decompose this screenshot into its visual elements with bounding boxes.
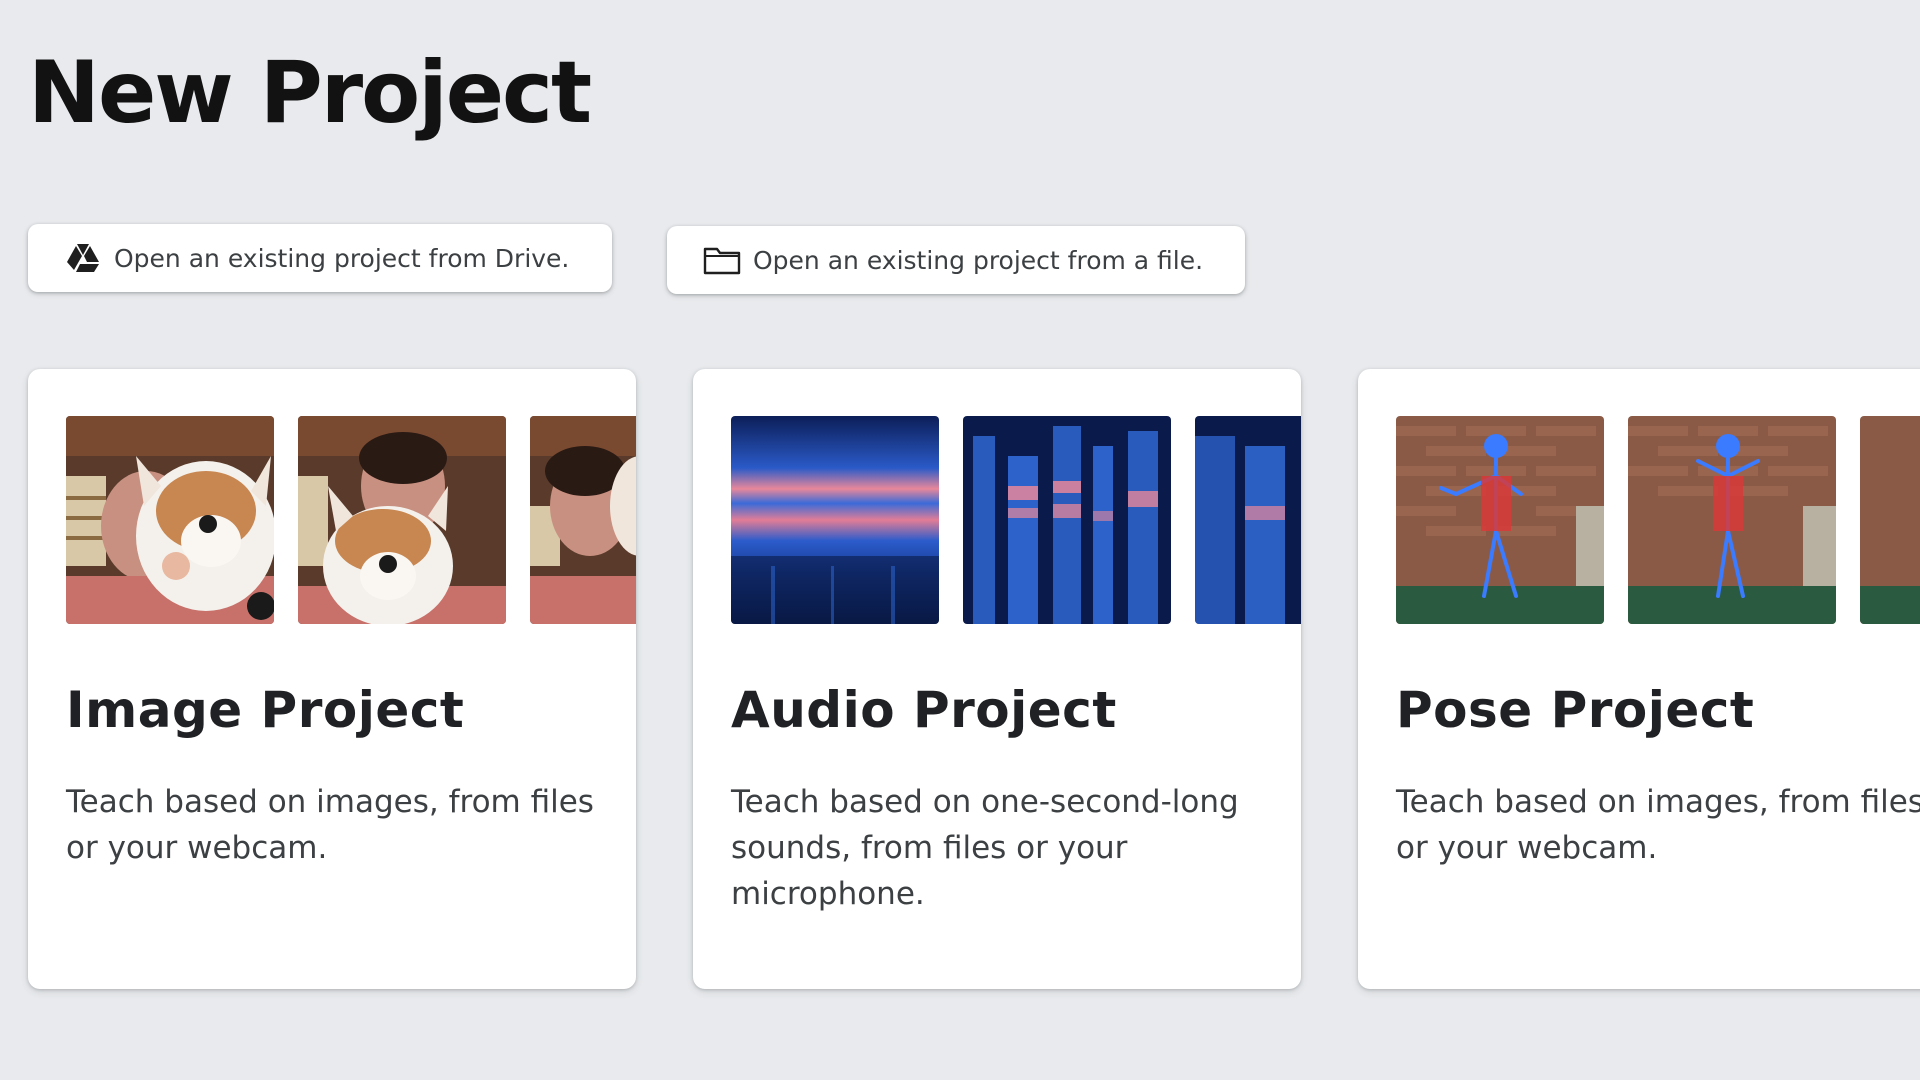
spectrogram bbox=[963, 416, 1171, 624]
google-drive-icon bbox=[64, 239, 102, 277]
audio-project-description: Teach based on one-second-long sounds, f… bbox=[731, 784, 1239, 912]
plush-corgi-photo bbox=[298, 416, 506, 624]
plush-corgi-photo bbox=[530, 416, 636, 624]
pose-skeleton-photo bbox=[1860, 416, 1920, 624]
plush-corgi-photo bbox=[66, 416, 274, 624]
audio-project-card[interactable]: Audio Project Teach based on one-second-… bbox=[693, 369, 1301, 989]
image-project-card[interactable]: Image Project Teach based on images, fro… bbox=[28, 369, 636, 989]
audio-project-thumbnails bbox=[731, 416, 1301, 624]
image-project-thumbnails bbox=[66, 416, 636, 624]
open-from-file-button[interactable]: Open an existing project from a file. bbox=[667, 226, 1245, 294]
spectrogram bbox=[731, 416, 939, 624]
image-project-title: Image Project bbox=[66, 681, 465, 739]
page-title: New Project bbox=[28, 43, 592, 143]
pose-project-title: Pose Project bbox=[1396, 681, 1755, 739]
pose-project-description: Teach based on images, from files or you… bbox=[1396, 784, 1920, 866]
pose-skeleton-photo bbox=[1396, 416, 1604, 624]
image-project-description: Teach based on images, from files or you… bbox=[66, 784, 594, 866]
open-from-drive-button[interactable]: Open an existing project from Drive. bbox=[28, 224, 612, 292]
pose-skeleton-photo bbox=[1628, 416, 1836, 624]
open-from-drive-label: Open an existing project from Drive. bbox=[114, 243, 570, 273]
pose-project-card[interactable]: Pose Project Teach based on images, from… bbox=[1358, 369, 1920, 989]
pose-project-thumbnails bbox=[1396, 416, 1920, 624]
new-project-page: New Project Open an existing project fro… bbox=[0, 0, 1920, 1080]
folder-icon bbox=[703, 241, 741, 279]
spectrogram bbox=[1195, 416, 1301, 624]
audio-project-title: Audio Project bbox=[731, 681, 1117, 739]
open-from-file-label: Open an existing project from a file. bbox=[753, 245, 1204, 275]
